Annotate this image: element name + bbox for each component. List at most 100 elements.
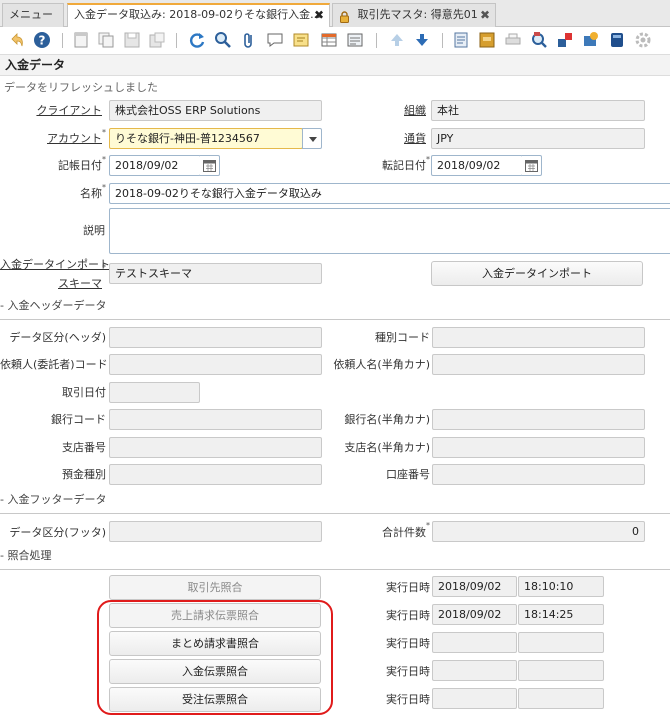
grid-toggle-icon[interactable] bbox=[320, 31, 338, 49]
import-schema-field[interactable]: テストスキーマ bbox=[109, 263, 322, 284]
account-no-label: 口座番号 bbox=[386, 468, 430, 481]
exec-time-field[interactable] bbox=[518, 660, 604, 681]
section-header-data[interactable]: - 入金ヘッダーデータ bbox=[0, 297, 106, 313]
help-icon[interactable]: ? bbox=[33, 31, 51, 49]
description-label: 説明 bbox=[83, 224, 105, 237]
currency-field[interactable]: JPY bbox=[431, 128, 645, 149]
request-icon[interactable] bbox=[556, 31, 574, 49]
detail-icon[interactable] bbox=[346, 31, 364, 49]
exec-time-field[interactable]: 18:10:10 bbox=[518, 576, 604, 597]
requester-name-field[interactable] bbox=[432, 354, 645, 375]
find-icon[interactable] bbox=[214, 31, 232, 49]
tab-label: 取引先マスタ: 得意先01 bbox=[357, 8, 478, 21]
attachment-icon[interactable] bbox=[240, 31, 258, 49]
highlight-annotation bbox=[97, 600, 333, 715]
branch-no-field[interactable] bbox=[109, 437, 322, 458]
bank-code-field[interactable] bbox=[109, 409, 322, 430]
exec-date-field[interactable] bbox=[432, 688, 517, 709]
exec-label: 実行日時 bbox=[386, 637, 430, 650]
close-icon[interactable]: ✖ bbox=[314, 5, 324, 25]
trx-date-field[interactable] bbox=[109, 382, 200, 403]
date-trx-label: 転記日付 bbox=[382, 159, 426, 172]
close-icon[interactable]: ✖ bbox=[480, 4, 490, 26]
tab-business-partner[interactable]: 取引先マスタ: 得意先01 ✖ bbox=[332, 3, 496, 27]
total-count-field[interactable]: 0 bbox=[432, 521, 645, 542]
account-dropdown-button[interactable] bbox=[302, 128, 322, 149]
toolbar: ? bbox=[0, 27, 670, 54]
svg-text:?: ? bbox=[39, 34, 46, 48]
account-label[interactable]: アカウント bbox=[0, 132, 102, 145]
trx-date-label: 取引日付 bbox=[62, 386, 106, 399]
section-footer-data[interactable]: - 入金フッターデータ bbox=[0, 491, 106, 507]
copy-record-icon[interactable] bbox=[97, 31, 115, 49]
exec-label: 実行日時 bbox=[386, 609, 430, 622]
data-type-header-field[interactable] bbox=[109, 327, 322, 348]
exec-time-field[interactable] bbox=[518, 688, 604, 709]
currency-label[interactable]: 通貨 bbox=[360, 132, 426, 145]
exec-date-field[interactable]: 2018/09/02 bbox=[432, 604, 517, 625]
bank-name-field[interactable] bbox=[432, 409, 645, 430]
settings-icon[interactable] bbox=[634, 31, 652, 49]
exec-date-field[interactable]: 2018/09/02 bbox=[432, 576, 517, 597]
name-field[interactable]: 2018-09-02りそな銀行入金データ取込み bbox=[109, 183, 670, 204]
exec-label: 実行日時 bbox=[386, 665, 430, 678]
kind-code-field[interactable] bbox=[432, 327, 645, 348]
date-acct-field[interactable]: 2018/09/02 bbox=[109, 155, 201, 176]
data-type-footer-field[interactable] bbox=[109, 521, 322, 542]
note-icon[interactable] bbox=[292, 31, 310, 49]
import-schema-label-line2[interactable]: スキーマ bbox=[0, 277, 102, 290]
description-field[interactable] bbox=[109, 208, 670, 254]
requester-code-field[interactable] bbox=[109, 354, 322, 375]
deposit-type-field[interactable] bbox=[109, 464, 322, 485]
import-bank-data-button[interactable]: 入金データインポート bbox=[431, 261, 643, 286]
next-record-icon[interactable] bbox=[413, 31, 431, 49]
calendar-icon[interactable] bbox=[200, 155, 220, 176]
previous-record-icon[interactable] bbox=[388, 31, 406, 49]
org-label[interactable]: 組織 bbox=[360, 104, 426, 117]
report-icon[interactable] bbox=[452, 31, 470, 49]
branch-name-field[interactable] bbox=[432, 437, 645, 458]
bank-code-label: 銀行コード bbox=[51, 413, 106, 426]
print-icon[interactable] bbox=[504, 31, 522, 49]
tab-bank-import[interactable]: 入金データ取込み: 2018-09-02りそな銀行入金... ✖ bbox=[67, 3, 330, 28]
save-icon[interactable] bbox=[123, 31, 141, 49]
zoom-across-icon[interactable] bbox=[530, 31, 548, 49]
exec-label: 実行日時 bbox=[386, 581, 430, 594]
total-count-label: 合計件数 bbox=[382, 526, 426, 539]
new-record-icon[interactable] bbox=[72, 31, 90, 49]
import-schema-label-line1[interactable]: 入金データインポート bbox=[0, 258, 110, 271]
data-type-header-label: データ区分(ヘッダ) bbox=[9, 331, 106, 344]
account-field[interactable]: りそな銀行-神田-普1234567 bbox=[109, 128, 303, 149]
exec-date-field[interactable] bbox=[432, 660, 517, 681]
requester-code-label: 依頼人(委託者)コード bbox=[0, 358, 108, 371]
undo-icon[interactable] bbox=[8, 31, 26, 49]
status-message: データをリフレッシュしました bbox=[4, 81, 158, 94]
chat-icon[interactable] bbox=[266, 31, 284, 49]
archive-icon[interactable] bbox=[478, 31, 496, 49]
exec-time-field[interactable]: 18:14:25 bbox=[518, 604, 604, 625]
date-acct-label: 記帳日付 bbox=[58, 159, 102, 172]
lock-icon bbox=[339, 9, 350, 23]
bp-match-button[interactable]: 取引先照合 bbox=[109, 575, 321, 600]
product-info-icon[interactable] bbox=[608, 31, 626, 49]
exec-date-field[interactable] bbox=[432, 632, 517, 653]
org-field[interactable]: 本社 bbox=[431, 100, 645, 121]
name-label: 名称 bbox=[80, 187, 102, 200]
client-field[interactable]: 株式会社OSS ERP Solutions bbox=[109, 100, 322, 121]
account-no-field[interactable] bbox=[432, 464, 645, 485]
date-trx-field[interactable]: 2018/09/02 bbox=[431, 155, 523, 176]
workflow-icon[interactable] bbox=[582, 31, 600, 49]
deposit-type-label: 預金種別 bbox=[62, 468, 106, 481]
exec-time-field[interactable] bbox=[518, 632, 604, 653]
client-label[interactable]: クライアント bbox=[0, 104, 102, 117]
window-title: 入金データ bbox=[0, 54, 670, 76]
bank-name-label: 銀行名(半角カナ) bbox=[344, 413, 430, 426]
refresh-icon[interactable] bbox=[188, 31, 206, 49]
tab-menu[interactable]: メニュー bbox=[2, 3, 64, 27]
exec-label: 実行日時 bbox=[386, 693, 430, 706]
tab-label: 入金データ取込み: 2018-09-02りそな銀行入金... bbox=[74, 8, 321, 21]
save-new-icon[interactable] bbox=[148, 31, 166, 49]
branch-name-label: 支店名(半角カナ) bbox=[344, 441, 430, 454]
calendar-icon[interactable] bbox=[522, 155, 542, 176]
section-matching[interactable]: - 照合処理 bbox=[0, 547, 51, 563]
